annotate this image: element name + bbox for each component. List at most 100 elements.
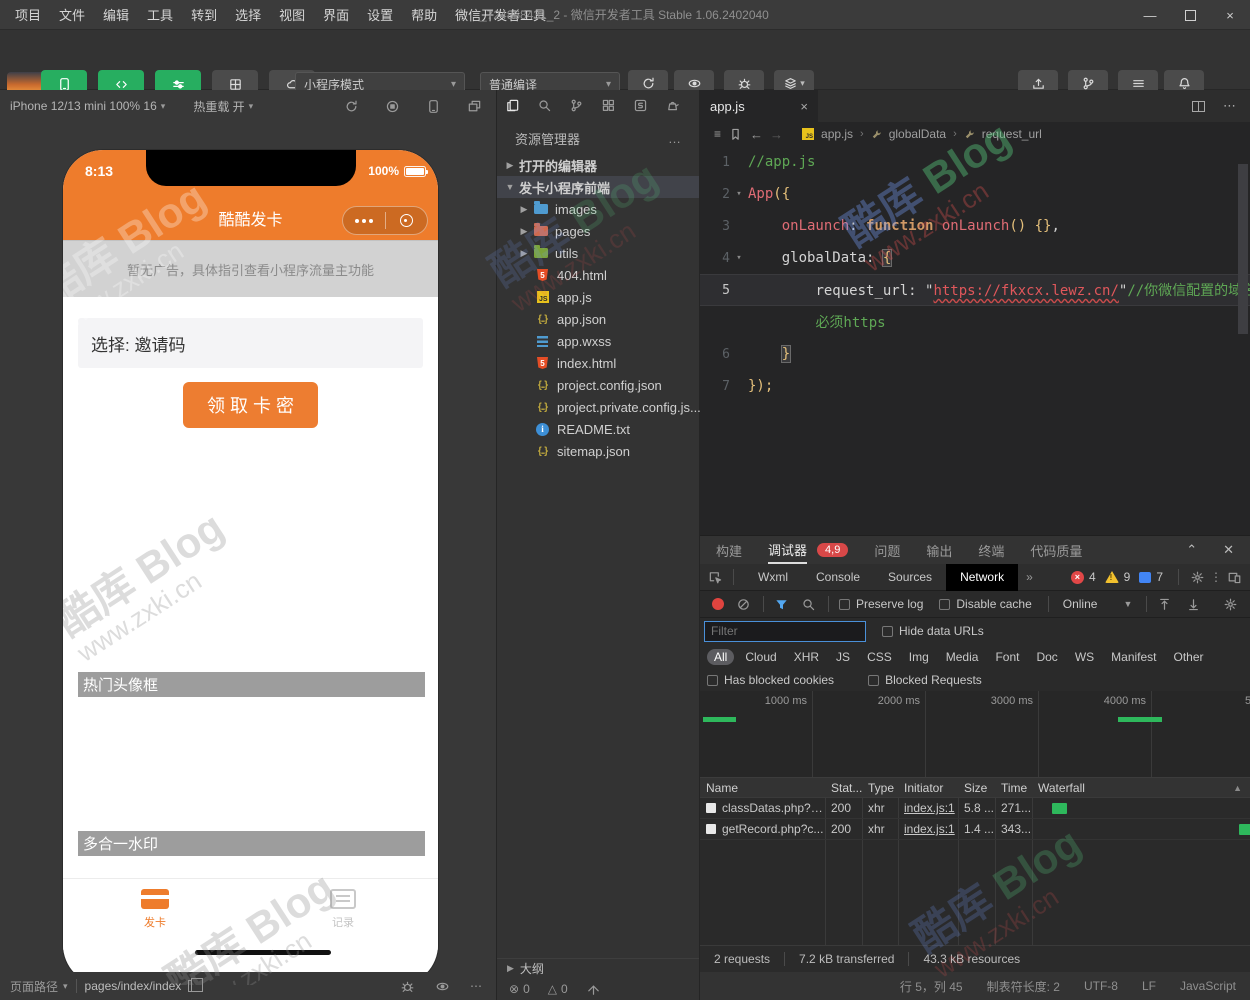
tab-faka[interactable]: 发卡 (115, 889, 195, 930)
files-icon[interactable] (505, 98, 520, 113)
filter-funnel-icon[interactable] (774, 597, 789, 612)
column-header-size[interactable]: Size (958, 781, 995, 795)
devtools-tab-sources[interactable]: Sources (874, 564, 946, 591)
extensions-icon[interactable] (601, 98, 616, 113)
copy-icon[interactable] (188, 978, 204, 992)
code-line[interactable]: 1//app.js (700, 146, 1250, 178)
language-mode[interactable]: JavaScript (1180, 979, 1236, 993)
request-row[interactable]: classDatas.php?c... 200 xhr 5.8 ... 271... in… (700, 798, 1250, 819)
file-item-project-private-config-js-[interactable]: {..} project.private.config.js... (497, 396, 701, 418)
folder-item-images[interactable]: ▶ images (497, 198, 699, 220)
type-filter-js[interactable]: JS (836, 650, 850, 664)
debugger-tab-构建[interactable]: 构建 (716, 536, 742, 564)
menu-item[interactable]: 设置 (358, 5, 402, 24)
menu-item[interactable]: 转到 (182, 5, 226, 24)
close-icon[interactable]: × (800, 99, 808, 114)
type-filter-cloud[interactable]: Cloud (745, 650, 776, 664)
menu-item[interactable]: 界面 (314, 5, 358, 24)
blocked-requests-checkbox[interactable]: Blocked Requests (868, 673, 982, 687)
snippet-icon[interactable] (633, 98, 648, 113)
code-line[interactable]: 4 ▾ globalData: { (700, 242, 1250, 274)
warning-icon[interactable] (1104, 571, 1119, 583)
inspect-icon[interactable] (708, 570, 723, 585)
breadcrumb-item[interactable]: globalData (889, 127, 946, 141)
page-path-selector[interactable]: 页面路径 (10, 978, 58, 995)
type-filter-all[interactable]: All (707, 648, 735, 665)
close-button[interactable]: × (1210, 0, 1250, 30)
message-icon[interactable] (1139, 571, 1152, 583)
column-header-stat[interactable]: Stat... (825, 781, 862, 795)
list-icon[interactable]: ≡ (714, 127, 721, 141)
eol[interactable]: LF (1142, 979, 1156, 993)
type-filter-doc[interactable]: Doc (1036, 650, 1057, 664)
code-line[interactable]: 6 } (700, 338, 1250, 370)
menu-item[interactable]: 选择 (226, 5, 270, 24)
disable-cache-checkbox[interactable]: Disable cache (939, 597, 1032, 611)
throttling-dropdown[interactable]: Online ▼ (1063, 597, 1133, 611)
column-header-time[interactable]: Time (995, 781, 1032, 795)
back-icon[interactable]: ← (750, 127, 763, 142)
request-row[interactable]: getRecord.php?c... 200 xhr 1.4 ... 343... ind… (700, 819, 1250, 840)
device-toolbar-icon[interactable] (1227, 570, 1242, 585)
project-root-item[interactable]: ▼ 发卡小程序前端 (497, 176, 699, 198)
clear-icon[interactable] (736, 597, 751, 612)
menu-item[interactable]: 帮助 (402, 5, 446, 24)
request-initiator-link[interactable]: index.js:1 (898, 801, 958, 815)
more-icon[interactable]: ⋯ (470, 979, 482, 993)
devtools-tab-wxml[interactable]: Wxml (744, 564, 802, 591)
kebab-menu-icon[interactable]: ⋮ (1210, 570, 1222, 584)
devtools-tab-console[interactable]: Console (802, 564, 874, 591)
column-header-initiator[interactable]: Initiator (898, 781, 958, 795)
outline-section[interactable]: ▶ 大纲 (497, 958, 699, 978)
menu-item[interactable]: 编辑 (94, 5, 138, 24)
git-branch-icon[interactable] (569, 98, 584, 113)
folder-item-pages[interactable]: ▶ pages (497, 220, 699, 242)
opened-editors-section[interactable]: ▶ 打开的编辑器 (497, 154, 699, 176)
hot-reload-toggle[interactable]: 热重载 开 (193, 98, 244, 115)
publish-icon[interactable] (586, 982, 601, 997)
teapot-icon[interactable] (665, 98, 680, 113)
more-icon[interactable]: … (668, 131, 683, 146)
close-miniapp-button[interactable] (386, 214, 428, 227)
code-line[interactable]: 必须https (700, 306, 1250, 338)
file-item-sitemap-json[interactable]: {..} sitemap.json (497, 440, 699, 462)
more-tabs-icon[interactable]: » (1018, 570, 1041, 584)
column-header-name[interactable]: Name (700, 781, 825, 795)
tab-size[interactable]: 制表符长度: 2 (987, 978, 1060, 995)
get-card-button[interactable]: 领取卡密 (183, 382, 318, 428)
code-line[interactable]: 7}); (700, 370, 1250, 402)
file-item-app-js[interactable]: JS app.js (497, 286, 699, 308)
maximize-button[interactable] (1170, 0, 1210, 30)
preserve-log-checkbox[interactable]: Preserve log (839, 597, 923, 611)
device-selector[interactable]: iPhone 12/13 mini 100% 16 (10, 99, 157, 113)
tab-records[interactable]: 记录 (303, 889, 383, 930)
file-item-404-html[interactable]: 5 404.html (497, 264, 699, 286)
file-item-index-html[interactable]: 5 index.html (497, 352, 699, 374)
hide-data-urls-checkbox[interactable]: Hide data URLs (882, 624, 984, 638)
search-icon[interactable] (801, 597, 816, 612)
more-icon[interactable]: ⋯ (1223, 98, 1236, 114)
breadcrumb-item[interactable]: request_url (982, 127, 1042, 141)
type-filter-css[interactable]: CSS (867, 650, 892, 664)
more-menu-button[interactable] (343, 218, 385, 223)
filter-input[interactable] (704, 620, 866, 642)
import-har-icon[interactable] (1157, 597, 1172, 612)
folder-item-utils[interactable]: ▶ utils (497, 242, 699, 264)
bookmark-icon[interactable] (728, 127, 743, 142)
code-line[interactable]: 2 ▾ App({ (700, 178, 1250, 210)
device-frame-icon[interactable] (426, 99, 441, 114)
devtools-tab-network[interactable]: Network (946, 563, 1019, 591)
breadcrumb-item[interactable]: app.js (821, 127, 853, 141)
debugger-tab-调试器[interactable]: 调试器 (768, 536, 808, 564)
menu-item[interactable]: 视图 (270, 5, 314, 24)
cursor-position[interactable]: 行 5，列 45 (900, 978, 963, 995)
code-line[interactable]: 3 onLaunch: function onLaunch() {}, (700, 210, 1250, 242)
tab-appjs[interactable]: JS app.js × (700, 90, 1250, 146)
menu-item[interactable]: 项目 (6, 5, 50, 24)
detach-window-icon[interactable] (467, 99, 482, 114)
type-filter-ws[interactable]: WS (1075, 650, 1094, 664)
code-line[interactable]: 5 request_url: "https://fkxcx.lewz.cn/"/… (700, 274, 1250, 306)
record-stop-icon[interactable] (385, 99, 400, 114)
debugger-tab-问题[interactable]: 问题 (874, 536, 900, 564)
column-header-waterfall[interactable]: Waterfall (1032, 781, 1250, 795)
